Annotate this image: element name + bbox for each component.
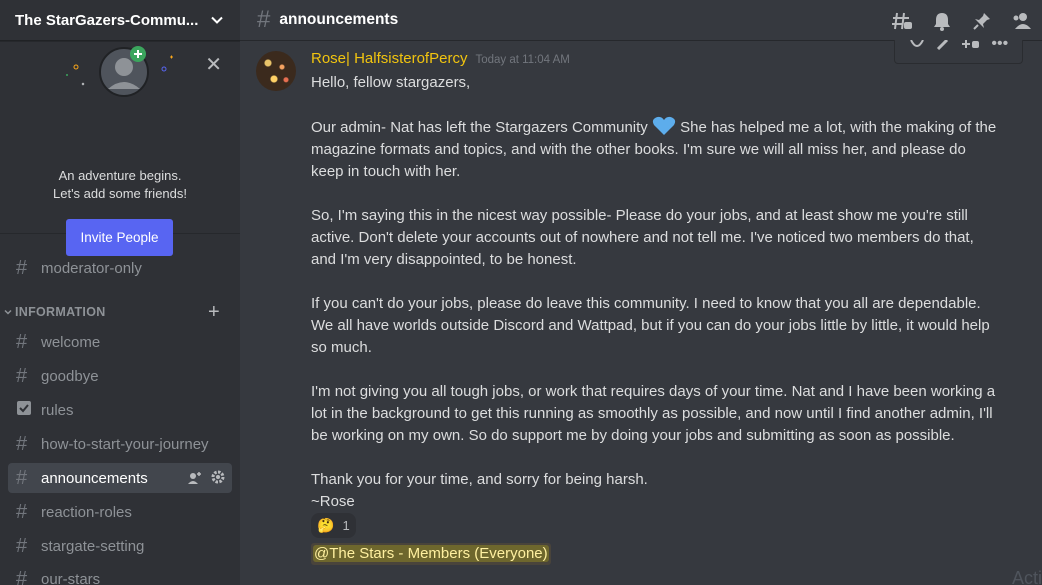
hash-icon: # — [257, 6, 271, 33]
hash-icon: # — [16, 500, 28, 523]
hash-icon: # — [16, 330, 28, 353]
channel-reaction-roles[interactable]: # reaction-roles — [8, 497, 232, 527]
message-paragraph-4: I'm not giving you all tough jobs, or wo… — [311, 383, 996, 444]
channel-our-stars[interactable]: # our-stars — [8, 564, 232, 585]
hash-icon: # — [16, 567, 28, 585]
channel-rules[interactable]: rules — [8, 395, 232, 425]
signature-text: ~Rose — [311, 493, 355, 510]
channel-announcements[interactable]: # announcements — [8, 463, 232, 493]
thinking-emoji-icon: 🤔 — [317, 517, 335, 533]
hash-icon: # — [16, 364, 28, 387]
channel-welcome[interactable]: # welcome — [8, 327, 232, 357]
create-thread-icon[interactable] — [961, 40, 980, 52]
message-greeting: Hello, fellow stargazers, — [311, 74, 471, 91]
channel-title: announcements — [279, 11, 399, 28]
edit-icon[interactable] — [936, 38, 950, 52]
invite-line-1: An adventure begins. — [58, 168, 182, 183]
message-hover-toolbar: ••• — [894, 36, 1023, 64]
chevron-down-icon[interactable] — [210, 13, 224, 27]
channel-label: stargate-setting — [41, 537, 145, 555]
invite-people-button[interactable]: Invite People — [66, 219, 173, 256]
hash-icon: # — [16, 534, 28, 557]
channel-label: how-to-start-your-journey — [41, 435, 209, 453]
channel-label: goodbye — [41, 367, 99, 385]
rules-checkbox-icon — [16, 400, 40, 421]
category-information[interactable]: INFORMATION + — [2, 301, 238, 324]
avatar[interactable] — [256, 51, 296, 91]
blue-heart-icon — [652, 116, 676, 135]
add-reaction-icon[interactable] — [909, 39, 925, 52]
message-header: Rose| HalfsisterofPercy Today at 11:04 A… — [311, 50, 570, 67]
role-mention[interactable]: @The Stars - Members (Everyone) — [311, 543, 551, 565]
channel-stargate-setting[interactable]: # stargate-setting — [8, 531, 232, 561]
invite-line-2: Let's add some friends! — [53, 186, 187, 201]
channel-label: rules — [41, 401, 74, 419]
message-paragraph-3: If you can't do your jobs, please do lea… — [311, 295, 990, 356]
server-header[interactable]: The StarGazers-Commu... — [0, 0, 240, 41]
close-icon[interactable]: ✕ — [205, 55, 222, 75]
locked-hash-icon: # — [16, 256, 28, 279]
message-paragraph-1: Our admin- Nat has left the Stargazers C… — [311, 116, 1001, 183]
more-options-icon[interactable]: ••• — [991, 36, 1008, 52]
header-toolbar — [890, 9, 1034, 33]
message-paragraph-2: So, I'm saying this in the nicest way po… — [311, 207, 974, 268]
channel-how-to-start-your-journey[interactable]: # how-to-start-your-journey — [8, 429, 232, 459]
chevron-down-icon — [4, 309, 12, 315]
invite-card: ✕ An adventure begins. Let's add some fr… — [0, 41, 240, 256]
hash-icon: # — [16, 466, 28, 489]
activation-watermark: Acti — [1011, 568, 1042, 585]
author-name[interactable]: Rose| HalfsisterofPercy — [311, 50, 467, 67]
reaction-count: 1 — [342, 518, 350, 533]
channel-sidebar: The StarGazers-Commu... ✕ An adventure b… — [0, 0, 240, 585]
invite-message: An adventure begins. Let's add some frie… — [0, 167, 240, 203]
channel-moderator-only[interactable]: # moderator-only — [8, 253, 232, 283]
gear-icon[interactable] — [211, 470, 225, 484]
pin-icon[interactable] — [970, 9, 994, 33]
channel-label: reaction-roles — [41, 503, 132, 521]
channel-label: welcome — [41, 333, 101, 351]
server-name: The StarGazers-Commu... — [15, 11, 199, 29]
hash-icon: # — [16, 432, 28, 455]
mention-text: @The Stars - Members (Everyone) — [313, 545, 549, 562]
friends-illustration-icon — [66, 46, 173, 97]
channel-label: our-stars — [41, 570, 101, 585]
channel-label: announcements — [41, 469, 148, 487]
message-timestamp: Today at 11:04 AM — [475, 54, 570, 66]
add-member-icon[interactable] — [187, 470, 203, 486]
threads-icon[interactable] — [890, 9, 914, 33]
channel-label: moderator-only — [41, 259, 142, 277]
paragraph-text: Thank you for your time, and sorry for b… — [311, 471, 648, 488]
message-paragraph-5: Thank you for your time, and sorry for b… — [311, 469, 1001, 513]
category-label: INFORMATION — [15, 305, 106, 319]
reaction-thinking[interactable]: 🤔 1 — [311, 513, 356, 538]
paragraph-text: Our admin- Nat has left the Stargazers C… — [311, 119, 648, 136]
message-content: Hello, fellow stargazers, Our admin- Nat… — [311, 72, 1001, 513]
bell-icon[interactable] — [930, 9, 954, 33]
member-list-icon[interactable] — [1010, 9, 1034, 33]
channel-header: # announcements — [240, 0, 1042, 41]
channel-goodbye[interactable]: # goodbye — [8, 361, 232, 391]
create-channel-icon[interactable]: + — [208, 301, 220, 324]
